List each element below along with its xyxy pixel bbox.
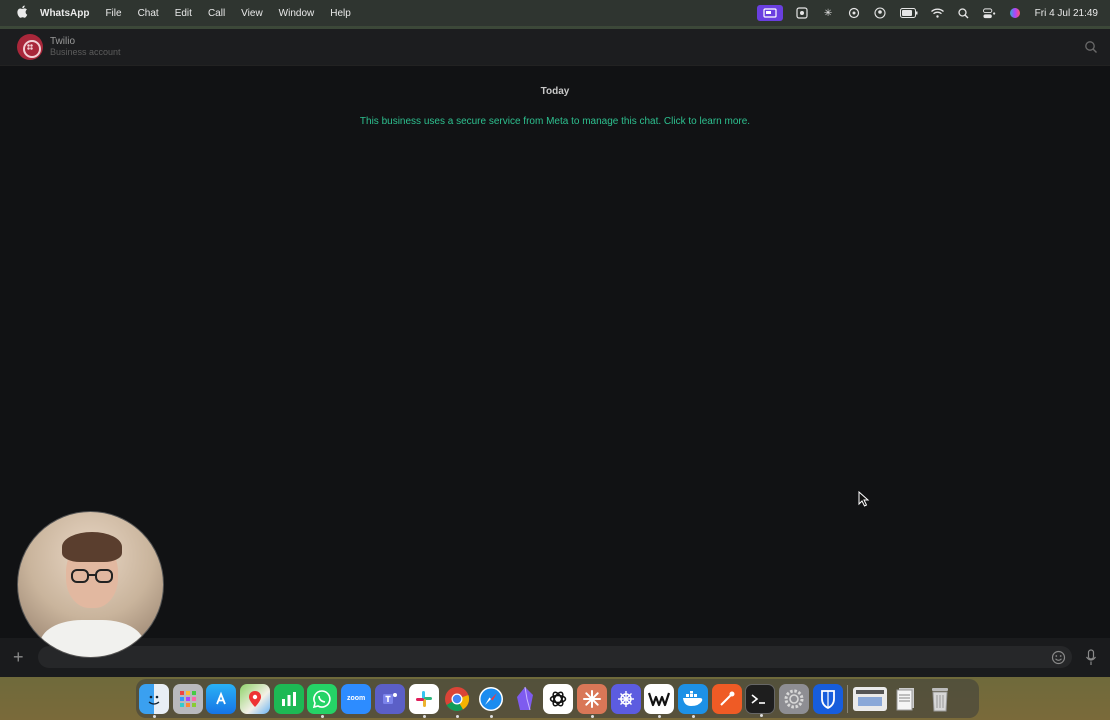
- menu-help[interactable]: Help: [330, 8, 351, 19]
- date-separator: Today: [540, 86, 570, 97]
- teams-icon[interactable]: [374, 683, 405, 714]
- siri-icon[interactable]: [1009, 7, 1022, 20]
- menu-bar-clock[interactable]: Fri 4 Jul 21:49: [1035, 8, 1098, 19]
- zoom-icon[interactable]: zoom: [341, 683, 372, 714]
- safari-icon[interactable]: [476, 684, 506, 718]
- running-indicator: [658, 714, 662, 718]
- webcam-person-shirt: [40, 620, 144, 657]
- webcam-person-hair: [62, 532, 122, 562]
- mouse-cursor-icon: [858, 490, 870, 507]
- encryption-notice[interactable]: This business uses a secure service from…: [0, 116, 1110, 127]
- attach-plus-icon[interactable]: +: [13, 648, 24, 666]
- menu-edit[interactable]: Edit: [175, 8, 192, 19]
- wifi-icon[interactable]: [930, 7, 944, 20]
- warp-icon[interactable]: [644, 683, 675, 718]
- slack-icon[interactable]: [408, 683, 439, 718]
- control-center-icon[interactable]: [982, 7, 996, 20]
- obsidian-icon[interactable]: [510, 684, 540, 714]
- sparkle-icon[interactable]: ✳: [822, 7, 835, 20]
- running-indicator: [456, 714, 460, 718]
- postman-icon[interactable]: [711, 683, 742, 714]
- microphone-icon[interactable]: [1085, 649, 1097, 666]
- numbers-icon[interactable]: [273, 683, 304, 714]
- openai-icon[interactable]: [848, 7, 861, 20]
- running-indicator: [321, 714, 325, 718]
- chat-search-icon[interactable]: [1084, 40, 1098, 54]
- menu-bar: WhatsApp File Chat Edit Call View Window…: [0, 0, 1110, 26]
- menu-call[interactable]: Call: [208, 8, 225, 19]
- emoji-icon[interactable]: [1051, 650, 1066, 665]
- running-indicator: [153, 714, 156, 718]
- chat-messages-area[interactable]: Today This business uses a secure servic…: [0, 66, 1110, 636]
- menu-file[interactable]: File: [105, 8, 121, 19]
- battery-icon[interactable]: [899, 7, 918, 20]
- menu-chat[interactable]: Chat: [138, 8, 159, 19]
- screen-recording-icon[interactable]: [756, 5, 783, 21]
- whatsapp-window: Twilio Business account Today This busin…: [0, 29, 1110, 677]
- running-indicator: [692, 714, 695, 718]
- contact-avatar[interactable]: [17, 34, 43, 60]
- running-indicator: [760, 713, 764, 717]
- documents-stack-icon[interactable]: [891, 684, 921, 714]
- contact-subtitle: Business account: [50, 47, 121, 57]
- bitwarden-icon[interactable]: [812, 683, 843, 714]
- contact-name: Twilio: [50, 36, 76, 47]
- running-indicator: [489, 714, 493, 718]
- running-indicator: [590, 714, 594, 718]
- chrome-icon[interactable]: [442, 684, 472, 718]
- app-menu-icon[interactable]: [796, 7, 809, 20]
- app-store-icon[interactable]: [206, 683, 237, 714]
- settings-icon[interactable]: [779, 683, 810, 714]
- message-composer: +: [0, 638, 1110, 677]
- webcam-person-glasses: [71, 569, 113, 583]
- docker-icon[interactable]: [678, 683, 708, 718]
- finder-icon[interactable]: [139, 683, 169, 718]
- message-input[interactable]: [38, 646, 1072, 668]
- screenshot-thumbnail-icon[interactable]: [853, 686, 888, 711]
- chat-header[interactable]: Twilio Business account: [0, 29, 1110, 66]
- perplexity-icon[interactable]: [610, 683, 641, 714]
- trash-icon[interactable]: [925, 684, 955, 714]
- chatgpt-icon[interactable]: [543, 683, 574, 714]
- terminal-icon[interactable]: [745, 683, 776, 717]
- maps-icon[interactable]: [240, 683, 271, 714]
- menu-view[interactable]: View: [241, 8, 263, 19]
- running-indicator: [422, 714, 426, 718]
- apple-icon[interactable]: [14, 5, 30, 21]
- search-icon[interactable]: [957, 7, 970, 20]
- contact-info[interactable]: Twilio Business account: [50, 36, 121, 58]
- webcam-overlay: [17, 511, 164, 658]
- whatsapp-icon[interactable]: [307, 683, 338, 718]
- user-circle-icon[interactable]: [874, 7, 887, 20]
- dock: zoom: [136, 679, 979, 718]
- menu-window[interactable]: Window: [279, 8, 315, 19]
- dock-separator: [847, 684, 849, 713]
- launchpad-icon[interactable]: [172, 683, 203, 714]
- claude-icon[interactable]: [576, 683, 607, 718]
- menu-app-name[interactable]: WhatsApp: [40, 8, 89, 19]
